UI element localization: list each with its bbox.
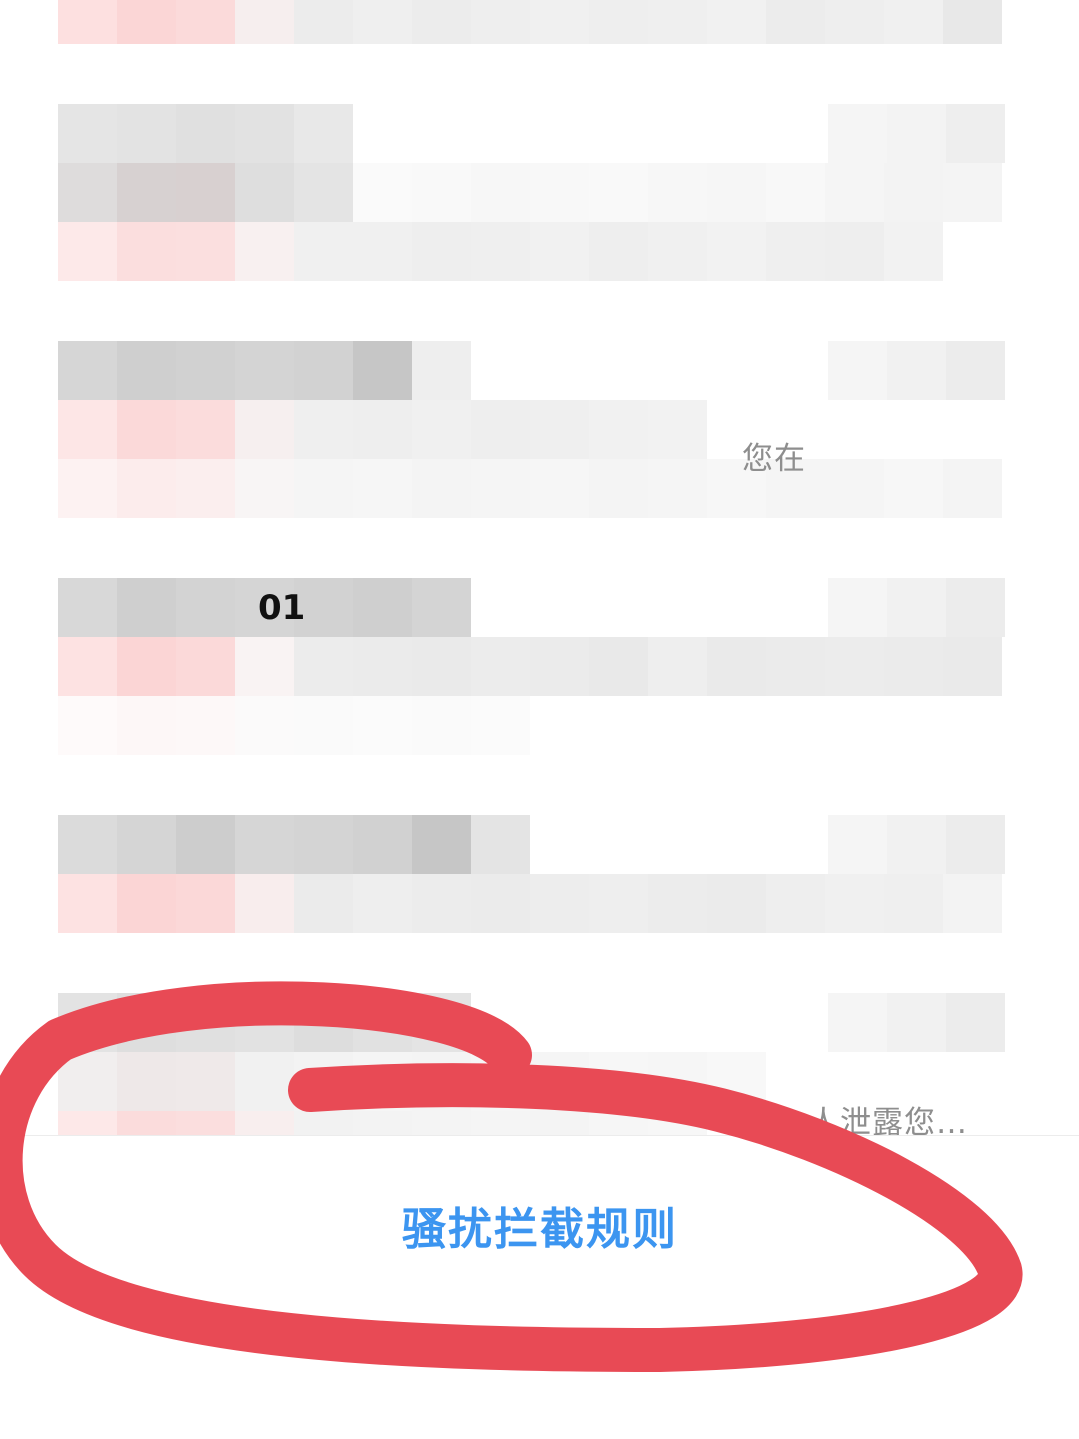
pixelated-sender xyxy=(58,104,353,163)
text-fragment: 01 xyxy=(258,588,306,628)
pixelated-preview xyxy=(58,163,1002,222)
message-item[interactable]: 01 xyxy=(58,578,1006,756)
pixelated-time xyxy=(828,815,1005,874)
pixelated-preview xyxy=(58,637,1002,696)
pixelated-time xyxy=(828,578,1005,637)
pixelated-sender xyxy=(58,815,530,874)
pixelated-sender xyxy=(58,993,471,1052)
pixelated-preview xyxy=(58,1052,766,1111)
pixelated-sender xyxy=(58,341,471,400)
message-item[interactable] xyxy=(58,104,1006,282)
message-item[interactable]: 人泄露您… xyxy=(58,993,1006,1141)
footer-divider xyxy=(0,1135,1079,1136)
message-item[interactable]: 您在 xyxy=(58,341,1006,519)
harassment-block-rules-link[interactable]: 骚扰拦截规则 xyxy=(330,1190,750,1260)
pixelated-time xyxy=(828,993,1005,1052)
pixelated-preview xyxy=(58,222,943,281)
message-list: 您在 01 人泄露您… xyxy=(0,0,1079,1141)
pixelated-preview xyxy=(58,874,1002,933)
pixelated-preview xyxy=(58,696,530,755)
pixelated-preview xyxy=(58,1111,707,1135)
pixelated-time xyxy=(828,341,1005,400)
pixelated-preview xyxy=(58,400,707,459)
message-item[interactable] xyxy=(58,815,1006,933)
pixelated-preview xyxy=(58,459,1002,518)
pixelated-time xyxy=(828,104,1005,163)
message-snippet: 您在 xyxy=(742,441,806,477)
message-item[interactable] xyxy=(58,0,1006,45)
pixelated-preview xyxy=(58,0,1002,44)
